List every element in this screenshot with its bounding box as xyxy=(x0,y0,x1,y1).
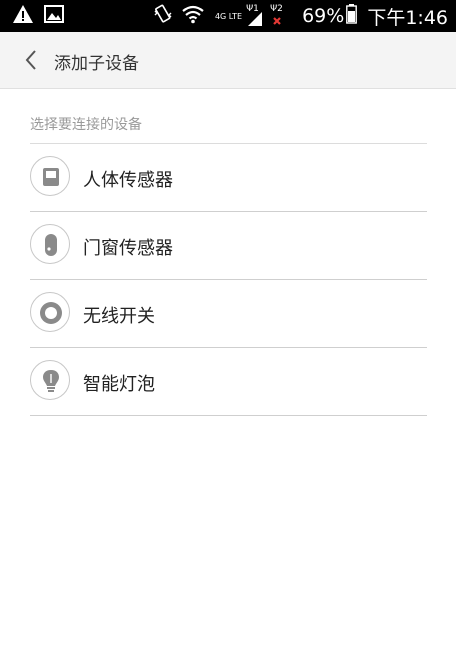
section-label: 选择要连接的设备 xyxy=(30,117,142,133)
device-label: 无线开关 xyxy=(83,306,155,327)
wifi-icon xyxy=(181,4,205,28)
vibrate-icon xyxy=(153,3,173,29)
list-item-smart-bulb[interactable]: 智能灯泡 xyxy=(30,348,427,416)
list-item-door-window-sensor[interactable]: 门窗传感器 xyxy=(30,212,427,280)
sim1-indicator: Ψ1 xyxy=(246,4,264,27)
signal-icon xyxy=(248,12,263,26)
list-item-wireless-switch[interactable]: 无线开关 xyxy=(30,280,427,348)
status-bar-right: 4G LTE Ψ1 Ψ2 69% 下午1:46 xyxy=(153,0,448,32)
device-label: 人体传感器 xyxy=(83,170,173,191)
device-list: 人体传感器 门窗传感器 无线开关 智能灯泡 xyxy=(30,144,427,416)
motion-sensor-icon xyxy=(30,156,70,196)
wireless-switch-icon xyxy=(30,292,70,332)
battery-percent: 69% xyxy=(302,5,345,27)
no-signal-icon xyxy=(273,17,281,25)
image-notification-icon xyxy=(44,4,64,28)
back-button[interactable] xyxy=(18,46,46,74)
status-bar: 4G LTE Ψ1 Ψ2 69% 下午1:46 xyxy=(0,0,456,32)
chevron-left-icon xyxy=(25,50,36,70)
device-label: 门窗传感器 xyxy=(83,238,173,259)
battery-icon xyxy=(346,4,358,28)
clock: 下午1:46 xyxy=(367,6,448,29)
door-window-sensor-icon xyxy=(30,224,70,264)
page-title: 添加子设备 xyxy=(54,54,139,74)
sim2-indicator: Ψ2 xyxy=(270,4,288,27)
list-item-motion-sensor[interactable]: 人体传感器 xyxy=(30,144,427,212)
device-label: 智能灯泡 xyxy=(83,374,155,395)
status-bar-left xyxy=(12,5,74,27)
warning-icon xyxy=(12,4,34,28)
app-header: 添加子设备 xyxy=(0,32,456,89)
smart-bulb-icon xyxy=(30,360,70,400)
network-type-label: 4G LTE xyxy=(214,11,243,21)
